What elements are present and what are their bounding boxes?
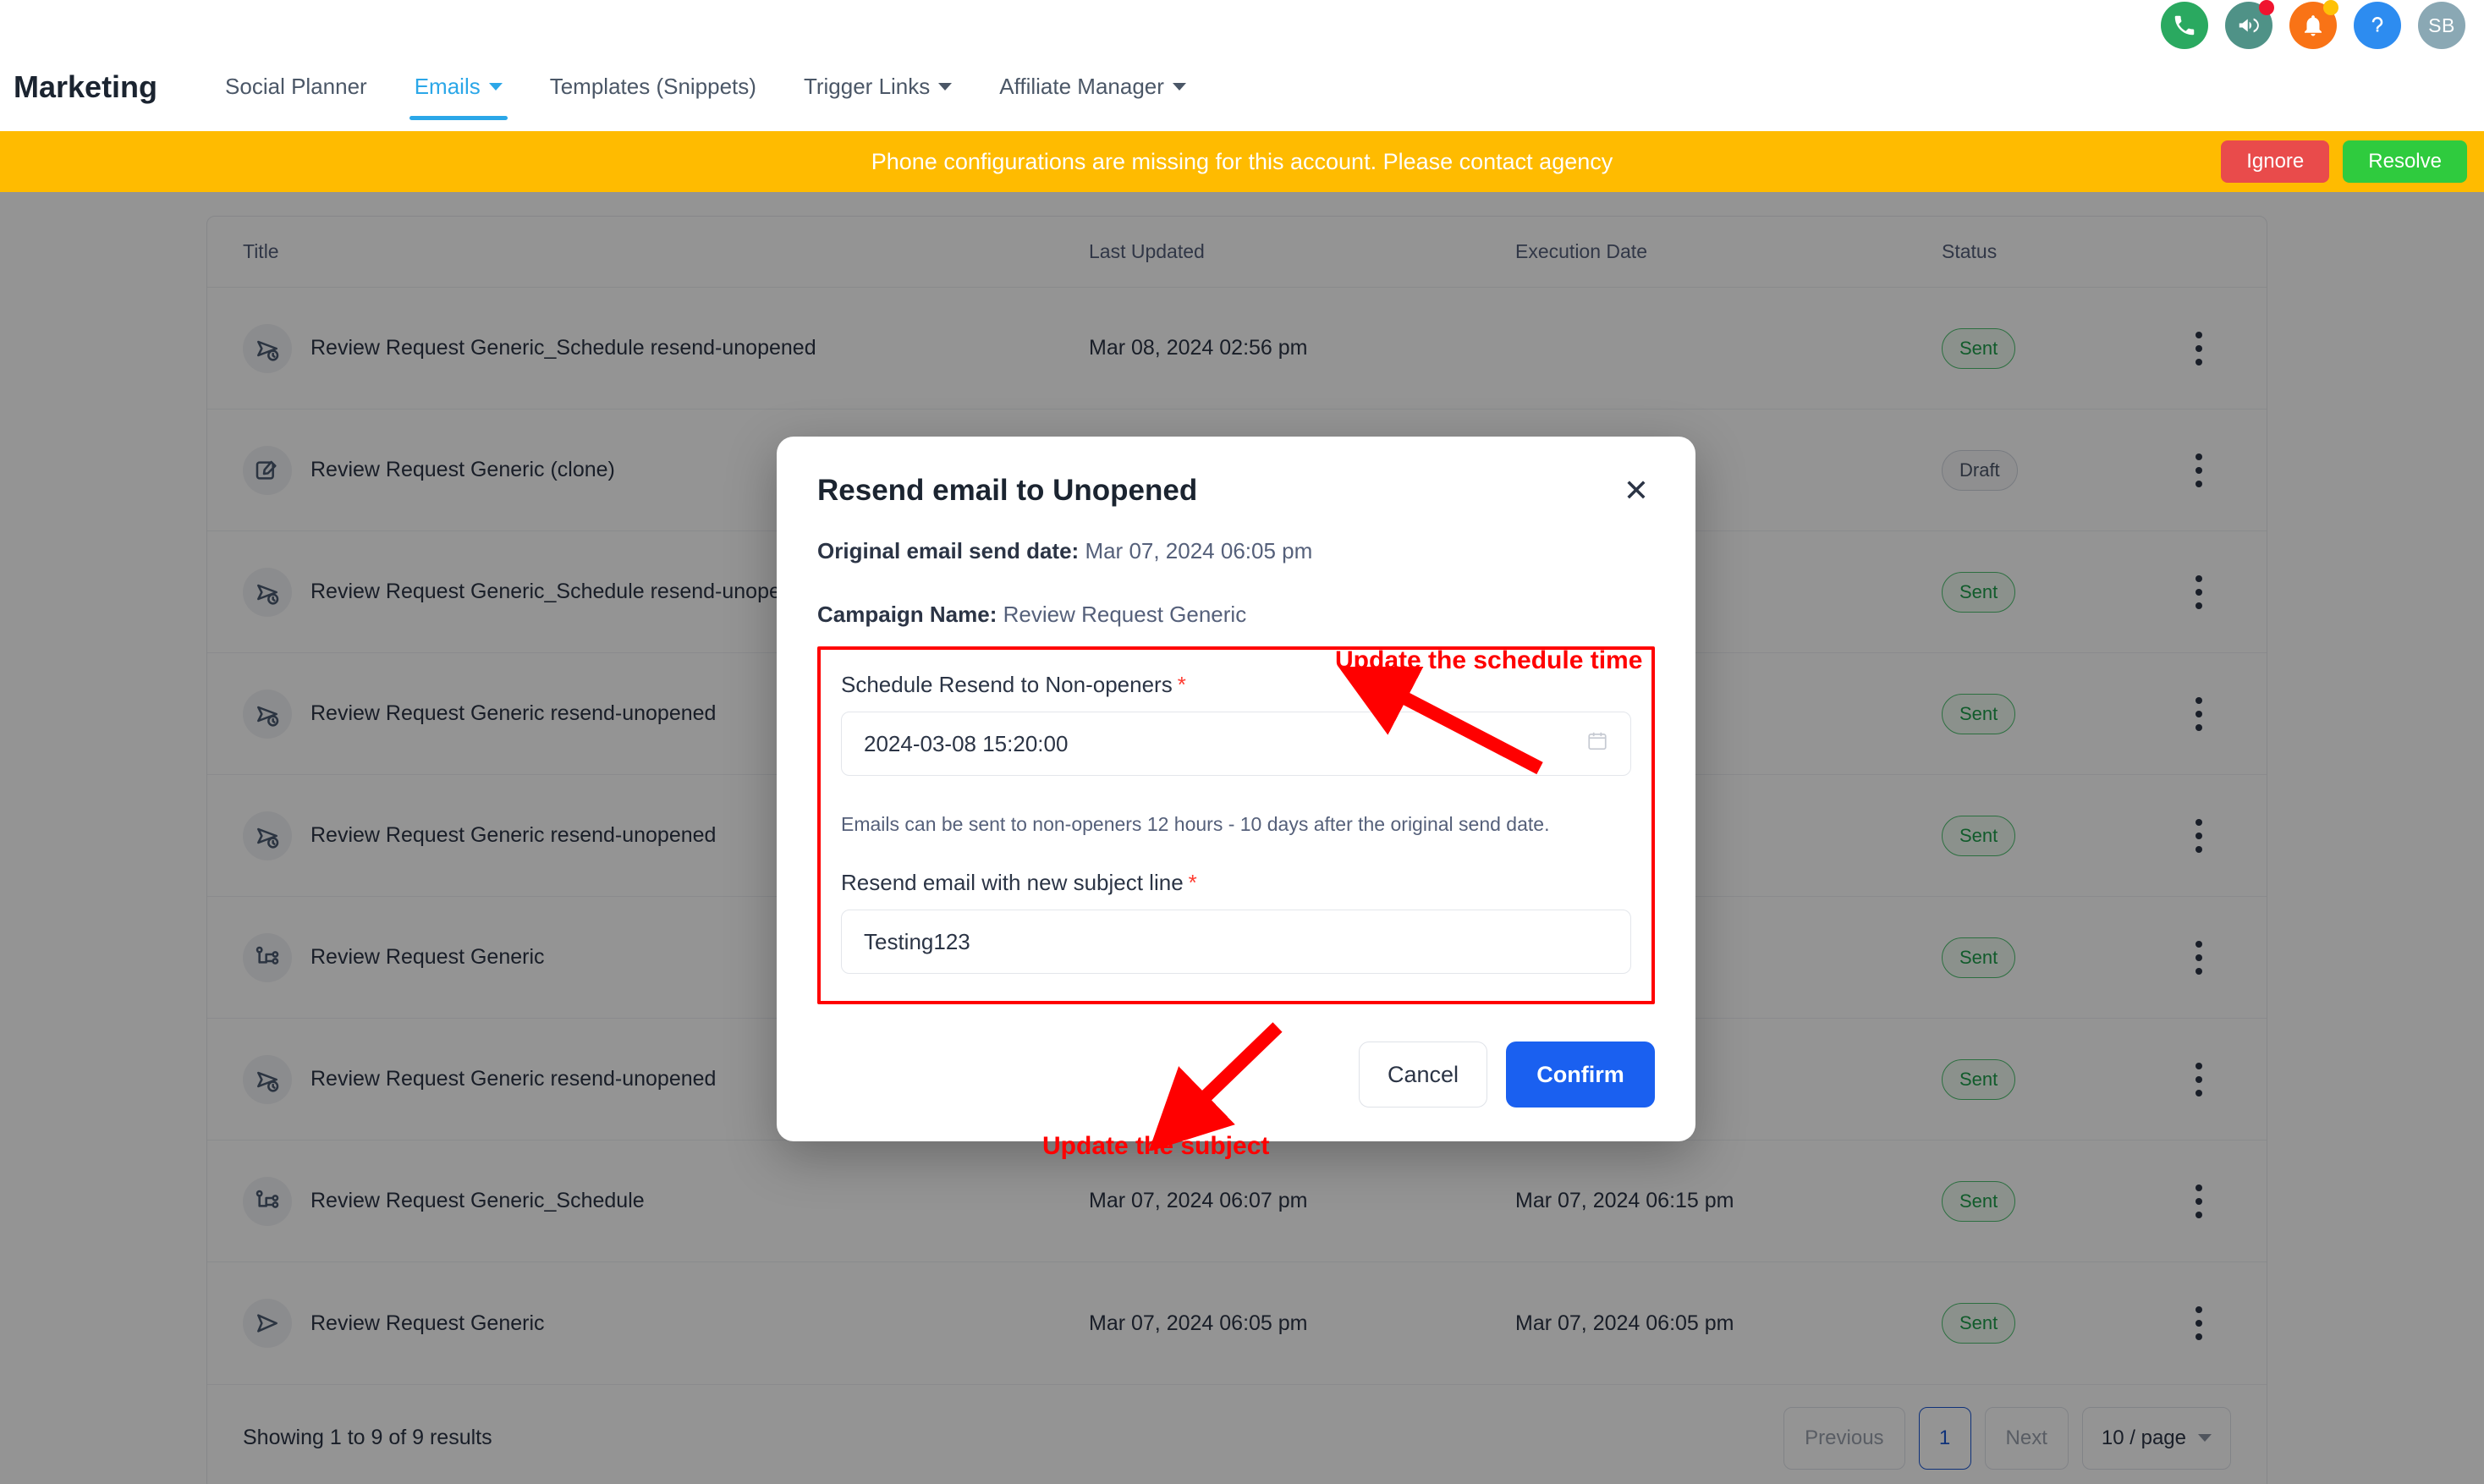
resend-email-modal: Resend email to Unopened ✕ Original emai… [777,437,1695,1141]
top-icon-bar: SB [0,0,2484,51]
banner-message: Phone configurations are missing for thi… [871,149,1613,175]
bell-icon[interactable] [2289,2,2337,49]
phone-glyph [2172,13,2197,38]
modal-header: Resend email to Unopened ✕ [817,474,1655,509]
avatar[interactable]: SB [2418,2,2465,49]
original-send-date-value: Mar 07, 2024 06:05 pm [1085,538,1312,563]
annotation-schedule-time: Update the schedule time [1335,646,1642,675]
tab-label: Affiliate Manager [999,74,1164,100]
subject-label-text: Resend email with new subject line [841,870,1184,895]
question-mark-glyph [2365,13,2390,38]
chevron-down-icon [938,83,952,91]
phone-icon[interactable] [2161,2,2208,49]
schedule-hint: Emails can be sent to non-openers 12 hou… [841,813,1631,836]
confirm-button[interactable]: Confirm [1506,1042,1655,1108]
avatar-initials: SB [2428,14,2455,37]
subject-line-value: Testing123 [864,929,970,955]
megaphone-badge [2259,0,2274,15]
chevron-down-icon [489,83,503,91]
subject-field-label: Resend email with new subject line* [841,870,1631,896]
annotation-subject: Update the subject [1042,1132,1269,1161]
tab-emails[interactable]: Emails [391,47,526,127]
campaign-name-value: Review Request Generic [1003,602,1247,627]
close-icon[interactable]: ✕ [1618,472,1655,509]
campaign-name-row: Campaign Name: Review Request Generic [817,602,1655,628]
schedule-field-label: Schedule Resend to Non-openers* [841,672,1631,698]
tab-trigger-links[interactable]: Trigger Links [780,47,975,127]
resolve-button[interactable]: Resolve [2343,140,2467,183]
campaign-name-label: Campaign Name: [817,602,997,627]
schedule-label-text: Schedule Resend to Non-openers [841,672,1173,697]
nav-item-list: Social Planner Emails Templates (Snippet… [201,47,1210,127]
required-asterisk: * [1189,870,1197,895]
main-navbar: Marketing Social Planner Emails Template… [0,47,2484,127]
bell-glyph [2300,13,2326,38]
modal-actions: Cancel Confirm [817,1042,1655,1108]
help-icon[interactable] [2354,2,2401,49]
original-send-date-label: Original email send date: [817,538,1079,563]
banner-actions: Ignore Resolve [2221,140,2467,183]
tab-label: Social Planner [225,74,367,100]
original-send-date-row: Original email send date: Mar 07, 2024 0… [817,538,1655,564]
ignore-button[interactable]: Ignore [2221,140,2329,183]
modal-title: Resend email to Unopened [817,474,1197,508]
phone-config-banner: Phone configurations are missing for thi… [0,131,2484,192]
tab-label: Templates (Snippets) [550,74,756,100]
megaphone-icon[interactable] [2225,2,2272,49]
cancel-button[interactable]: Cancel [1359,1042,1487,1108]
subject-line-input[interactable]: Testing123 [841,910,1631,974]
tab-social-planner[interactable]: Social Planner [201,47,391,127]
highlight-box: Schedule Resend to Non-openers* 2024-03-… [817,646,1655,1004]
calendar-icon[interactable] [1586,730,1608,758]
megaphone-glyph [2236,13,2261,38]
bell-badge [2323,0,2338,15]
required-asterisk: * [1178,672,1186,697]
tab-label: Emails [415,74,481,100]
tab-label: Trigger Links [804,74,930,100]
tab-templates-snippets[interactable]: Templates (Snippets) [526,47,780,127]
tab-affiliate-manager[interactable]: Affiliate Manager [975,47,1210,127]
schedule-datetime-value: 2024-03-08 15:20:00 [864,731,1068,757]
chevron-down-icon [1173,83,1186,91]
schedule-datetime-input[interactable]: 2024-03-08 15:20:00 [841,712,1631,776]
page-title: Marketing [14,69,157,105]
